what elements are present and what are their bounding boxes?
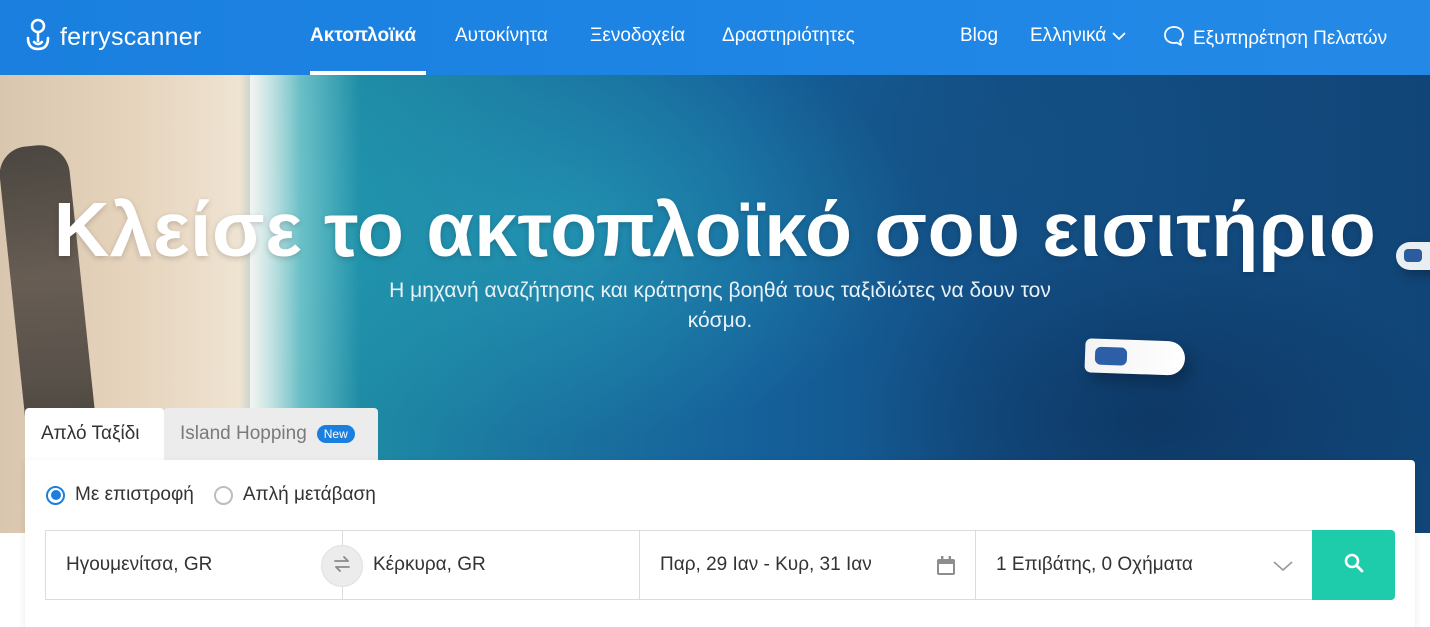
swap-ports-button[interactable] (321, 545, 363, 587)
swap-arrows-icon (332, 555, 352, 578)
hero-title: Κλείσε το ακτοπλοϊκό σου εισιτήριο (53, 187, 1377, 273)
departure-port-value: Ηγουμενίτσα, GR (66, 554, 213, 575)
language-selector[interactable]: Ελληνικά (1030, 25, 1127, 47)
radio-one-way[interactable]: Απλή μετάβαση (213, 484, 376, 506)
active-nav-indicator (310, 71, 426, 75)
nav-link-cars[interactable]: Αυτοκίνητα (455, 25, 548, 47)
passengers-value: 1 Επιβάτης, 0 Οχήματα (996, 554, 1193, 575)
language-label: Ελληνικά (1030, 25, 1107, 46)
top-navigation-bar: ferryscanner Ακτοπλοϊκά Αυτοκίνητα Ξενοδ… (0, 0, 1430, 75)
passengers-field[interactable]: 1 Επιβάτης, 0 Οχήματα (975, 530, 1313, 600)
support-label: Εξυπηρέτηση Πελατών (1193, 28, 1388, 49)
chat-bubble-icon (1163, 25, 1185, 53)
date-range-field[interactable]: Παρ, 29 Ιαν - Κυρ, 31 Ιαν (639, 530, 976, 600)
logo-text: ferryscanner (60, 22, 202, 51)
radio-unchecked-icon (213, 485, 233, 505)
logo[interactable]: ferryscanner (24, 18, 202, 57)
calendar-icon (935, 555, 957, 583)
arrival-port-field[interactable]: Κέρκυρα, GR (342, 530, 640, 600)
nav-link-blog[interactable]: Blog (960, 25, 998, 47)
radio-label: Με επιστροφή (75, 484, 194, 505)
tab-label: Island Hopping (180, 423, 307, 444)
nav-link-ferries[interactable]: Ακτοπλοϊκά (310, 25, 416, 47)
arrival-port-value: Κέρκυρα, GR (373, 554, 486, 575)
new-badge: New (316, 425, 355, 443)
search-button[interactable] (1312, 530, 1395, 600)
date-range-value: Παρ, 29 Ιαν - Κυρ, 31 Ιαν (660, 554, 872, 575)
hero-subtitle: Η μηχανή αναζήτησης και κράτησης βοηθά τ… (389, 279, 1051, 332)
boat-image (1084, 338, 1186, 376)
radio-round-trip[interactable]: Με επιστροφή (46, 484, 194, 506)
customer-support-link[interactable]: Εξυπηρέτηση Πελατών (1163, 25, 1387, 53)
radio-checked-icon (46, 485, 65, 505)
tab-simple-trip[interactable]: Απλό Ταξίδι (25, 408, 164, 460)
page: ferryscanner Ακτοπλοϊκά Αυτοκίνητα Ξενοδ… (0, 0, 1430, 627)
tab-label: Απλό Ταξίδι (41, 423, 140, 444)
nav-link-activities[interactable]: Δραστηριότητες (722, 25, 855, 47)
chevron-down-icon (1272, 557, 1294, 579)
departure-port-field[interactable]: Ηγουμενίτσα, GR (45, 530, 343, 600)
search-icon (1343, 552, 1365, 579)
nav-link-hotels[interactable]: Ξενοδοχεία (590, 25, 685, 47)
person-anchor-icon (24, 18, 52, 57)
radio-label: Απλή μετάβαση (242, 484, 376, 505)
chevron-down-icon (1111, 25, 1127, 47)
tab-island-hopping[interactable]: Island Hopping New (164, 408, 378, 460)
trip-type-options: Με επιστροφή Απλή μετάβαση (46, 484, 376, 506)
